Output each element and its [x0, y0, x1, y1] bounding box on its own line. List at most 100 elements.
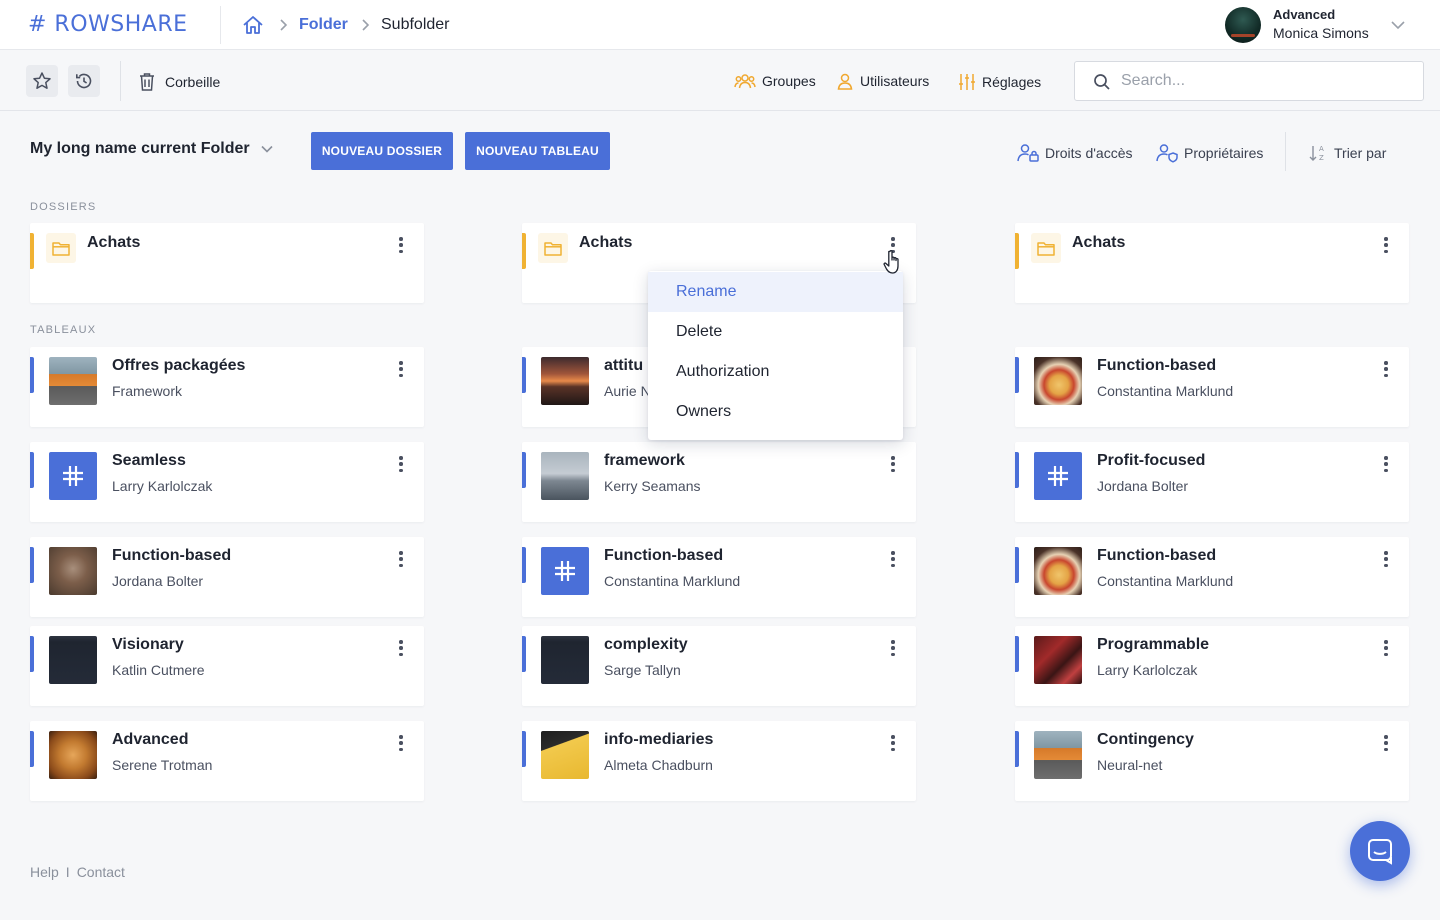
table-owner: Jordana Bolter	[1097, 478, 1189, 494]
menu-item-rename[interactable]: Rename	[648, 272, 903, 312]
more-options-icon[interactable]	[396, 638, 406, 658]
current-folder-selector[interactable]: My long name current Folder	[30, 140, 274, 158]
more-options-icon[interactable]	[396, 235, 406, 255]
more-options-icon[interactable]	[396, 359, 406, 379]
chat-launcher-button[interactable]	[1350, 821, 1410, 881]
folder-card[interactable]: Achats	[1015, 223, 1409, 303]
table-title: Contingency	[1097, 731, 1194, 748]
more-options-icon[interactable]	[888, 638, 898, 658]
table-thumbnail	[1034, 636, 1082, 684]
table-thumbnail	[541, 452, 589, 500]
table-thumbnail	[49, 731, 97, 779]
top-bar: # ROWSHARE Folder Subfolder Advanced Mon…	[0, 0, 1440, 50]
more-options-icon[interactable]	[1381, 638, 1391, 658]
table-accent-bar	[1015, 357, 1019, 393]
rowshare-hash-icon	[1034, 452, 1082, 500]
table-accent-bar	[1015, 452, 1019, 488]
menu-item-owners[interactable]: Owners	[648, 392, 903, 432]
user-name: Monica Simons	[1273, 25, 1369, 41]
avatar[interactable]	[1225, 7, 1261, 43]
favorites-button[interactable]	[26, 65, 58, 97]
contact-link[interactable]: Contact	[77, 864, 125, 880]
more-options-icon[interactable]	[396, 733, 406, 753]
table-card[interactable]: Visionary Katlin Cutmere	[30, 626, 424, 706]
table-accent-bar	[1015, 547, 1019, 583]
owners-link[interactable]: Propriétaires	[1156, 143, 1263, 163]
table-thumbnail	[49, 547, 97, 595]
table-accent-bar	[1015, 731, 1019, 767]
table-card[interactable]: complexity Sarge Tallyn	[522, 626, 916, 706]
access-rights-link[interactable]: Droits d'accès	[1017, 143, 1132, 163]
table-card[interactable]: Function-based Constantina Marklund	[1015, 347, 1409, 427]
groups-link[interactable]: Groupes	[734, 72, 816, 90]
sort-by-button[interactable]: AZ Trier par	[1308, 143, 1386, 163]
home-icon[interactable]	[242, 15, 264, 35]
more-options-icon[interactable]	[1381, 733, 1391, 753]
more-options-icon[interactable]	[396, 549, 406, 569]
help-link[interactable]: Help	[30, 864, 59, 880]
folder-icon	[538, 233, 568, 263]
breadcrumb-folder[interactable]: Folder	[299, 16, 348, 34]
table-card[interactable]: Offres packagées Framework	[30, 347, 424, 427]
divider	[1285, 132, 1286, 171]
search-input[interactable]	[1121, 70, 1411, 92]
table-accent-bar	[30, 357, 34, 393]
more-options-icon[interactable]	[888, 549, 898, 569]
table-thumbnail	[1034, 547, 1082, 595]
access-rights-label: Droits d'accès	[1045, 145, 1133, 161]
table-card[interactable]: Seamless Larry Karlolczak	[30, 442, 424, 522]
users-link[interactable]: Utilisateurs	[836, 72, 929, 90]
table-card[interactable]: info-mediaries Almeta Chadburn	[522, 721, 916, 801]
card-context-menu: Rename Delete Authorization Owners	[648, 271, 903, 440]
table-title: Function-based	[1097, 547, 1217, 564]
settings-link[interactable]: Réglages	[958, 72, 1041, 92]
history-button[interactable]	[68, 65, 100, 97]
more-options-icon[interactable]	[1381, 454, 1391, 474]
table-card[interactable]: Function-based Constantina Marklund	[522, 537, 916, 617]
hand-cursor-icon	[883, 249, 899, 274]
user-lock-icon	[1017, 144, 1039, 162]
menu-item-authorization[interactable]: Authorization	[648, 352, 903, 392]
more-options-icon[interactable]	[1381, 549, 1391, 569]
table-card[interactable]: Function-based Constantina Marklund	[1015, 537, 1409, 617]
trash-link[interactable]: Corbeille	[138, 72, 220, 92]
table-title: Offres packagées	[112, 357, 246, 374]
table-accent-bar	[522, 547, 526, 583]
table-thumbnail	[541, 357, 589, 405]
table-card[interactable]: Profit-focused Jordana Bolter	[1015, 442, 1409, 522]
table-card[interactable]: Programmable Larry Karlolczak	[1015, 626, 1409, 706]
search-icon	[1094, 74, 1110, 90]
table-owner: Neural-net	[1097, 757, 1163, 773]
more-options-icon[interactable]	[888, 733, 898, 753]
chevron-down-icon[interactable]	[1390, 20, 1406, 30]
table-owner: Constantina Marklund	[1097, 573, 1234, 589]
table-title: complexity	[604, 636, 688, 653]
chevron-down-icon	[261, 145, 273, 153]
table-accent-bar	[30, 731, 34, 767]
search-box[interactable]	[1074, 61, 1424, 101]
table-title: Advanced	[112, 731, 189, 748]
table-card[interactable]: Contingency Neural-net	[1015, 721, 1409, 801]
more-options-icon[interactable]	[888, 454, 898, 474]
more-options-icon[interactable]	[1381, 359, 1391, 379]
rowshare-logo[interactable]: # ROWSHARE	[28, 12, 188, 37]
menu-item-delete[interactable]: Delete	[648, 312, 903, 352]
folder-card[interactable]: Achats	[30, 223, 424, 303]
table-card[interactable]: Advanced Serene Trotman	[30, 721, 424, 801]
table-owner: Larry Karlolczak	[112, 478, 213, 494]
rowshare-hash-icon	[541, 547, 589, 595]
table-card[interactable]: framework Kerry Seamans	[522, 442, 916, 522]
more-options-icon[interactable]	[396, 454, 406, 474]
table-card[interactable]: Function-based Jordana Bolter	[30, 537, 424, 617]
svg-text:A: A	[1319, 145, 1324, 153]
more-options-icon[interactable]	[1381, 235, 1391, 255]
new-folder-button[interactable]: NOUVEAU DOSSIER	[311, 132, 453, 170]
users-label: Utilisateurs	[860, 73, 930, 89]
toolbar: Corbeille Groupes Utilisateurs Réglages	[0, 51, 1440, 111]
new-table-button[interactable]: NOUVEAU TABLEAU	[465, 132, 610, 170]
table-owner: Constantina Marklund	[1097, 383, 1234, 399]
sliders-icon	[959, 74, 975, 90]
table-title: Function-based	[604, 547, 724, 564]
trash-icon	[140, 73, 154, 91]
breadcrumb-subfolder: Subfolder	[381, 16, 450, 33]
